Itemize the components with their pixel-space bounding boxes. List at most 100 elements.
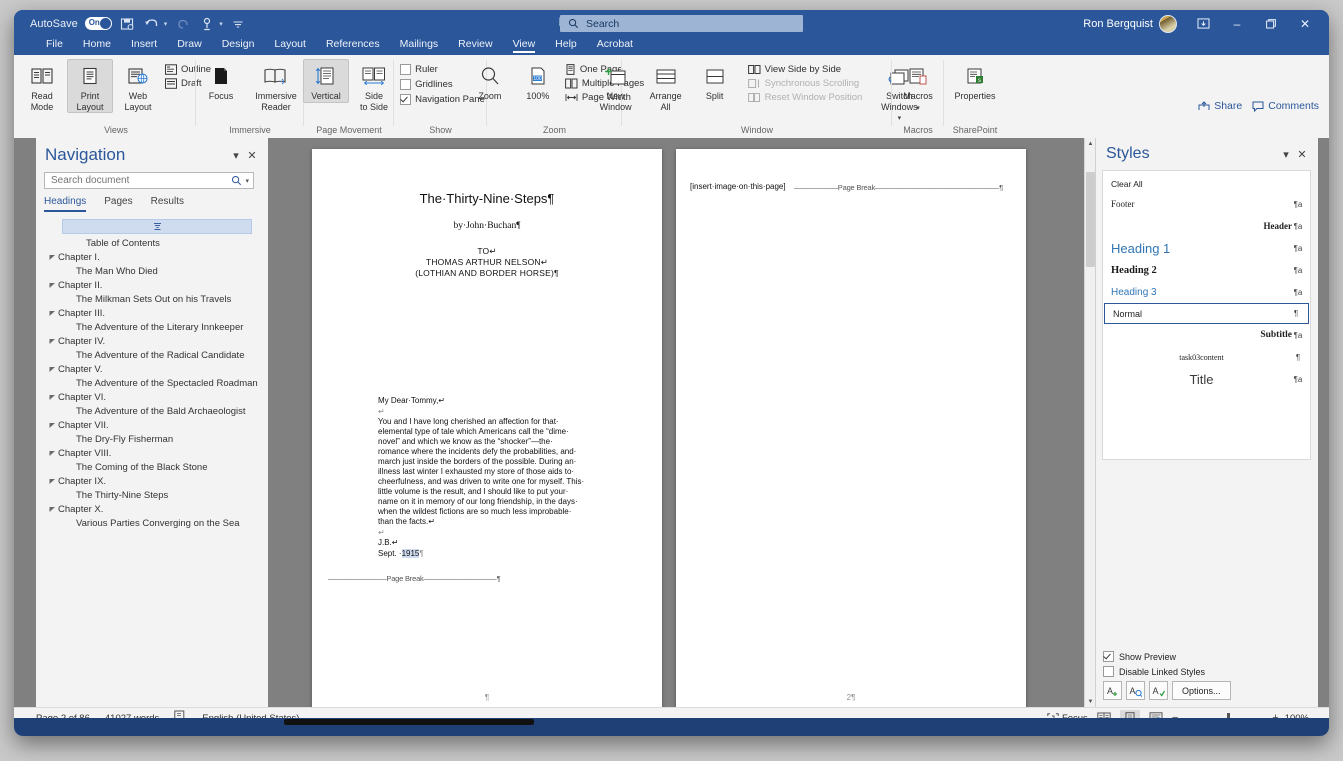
tab-view[interactable]: View (503, 37, 546, 53)
nav-item-chapter-3[interactable]: Chapter III. (40, 306, 264, 320)
focus-button[interactable]: Focus (198, 59, 244, 103)
save-icon[interactable] (119, 15, 136, 32)
side-to-side-button[interactable]: Side to Side (351, 59, 397, 113)
expand-triangle-icon[interactable] (46, 506, 58, 513)
tab-file[interactable]: File (36, 37, 73, 53)
document-page-2[interactable]: [insert·image·on·this·page] ——————Page B… (676, 149, 1026, 708)
nav-tab-pages[interactable]: Pages (104, 196, 132, 212)
minimize-button[interactable]: – (1221, 10, 1253, 37)
nav-item-chapter-6[interactable]: Chapter VI. (40, 390, 264, 404)
search-input[interactable] (49, 174, 232, 187)
expand-triangle-icon[interactable] (46, 310, 58, 317)
scrollbar-thumb[interactable] (1086, 172, 1095, 267)
tab-acrobat[interactable]: Acrobat (587, 37, 643, 53)
nav-item-thirty-nine-steps[interactable]: The Thirty-Nine Steps (40, 488, 264, 502)
new-window-button[interactable]: New Window (592, 59, 640, 113)
redo-icon[interactable] (174, 15, 191, 32)
read-mode-button[interactable]: Read Mode (19, 59, 65, 113)
search-options-caret-icon[interactable]: ▾ (245, 177, 249, 185)
zoom-100-button[interactable]: 100 100% (515, 59, 561, 103)
vertical-button[interactable]: Vertical (303, 59, 349, 103)
arrange-all-button[interactable]: Arrange All (642, 59, 690, 113)
nav-item-chapter-1[interactable]: Chapter I. (40, 250, 264, 264)
undo-dropdown-icon[interactable]: ▾ (164, 20, 168, 28)
nav-item-chapter-10[interactable]: Chapter X. (40, 502, 264, 516)
tab-help[interactable]: Help (545, 37, 587, 53)
styles-pane-close-icon[interactable]: ✕ (1294, 146, 1310, 162)
style-item-header[interactable]: Header ¶a (1103, 215, 1310, 237)
macros-button[interactable]: Macros ▾ (895, 59, 941, 113)
manage-styles-button[interactable]: A (1149, 681, 1168, 700)
expand-triangle-icon[interactable] (46, 450, 58, 457)
disable-linked-styles-checkbox[interactable]: Disable Linked Styles (1103, 666, 1311, 677)
tab-review[interactable]: Review (448, 37, 502, 53)
nav-item-milkman[interactable]: The Milkman Sets Out on his Travels (40, 292, 264, 306)
touch-mode-dropdown-icon[interactable]: ▾ (219, 20, 223, 28)
style-item-heading-3[interactable]: Heading 3 ¶a (1103, 281, 1310, 303)
print-layout-button[interactable]: Print Layout (66, 59, 113, 113)
navigation-pane-close-icon[interactable]: ✕ (244, 147, 260, 163)
nav-item-bald-archaeologist[interactable]: The Adventure of the Bald Archaeologist (40, 404, 264, 418)
customize-qat-icon[interactable] (230, 15, 247, 32)
style-item-footer[interactable]: Footer ¶a (1103, 193, 1310, 215)
nav-item-table-of-contents[interactable]: Table of Contents (40, 236, 264, 250)
nav-item-the-man-who-died[interactable]: The Man Who Died (40, 264, 264, 278)
nav-item-chapter-7[interactable]: Chapter VII. (40, 418, 264, 432)
expand-triangle-icon[interactable] (46, 254, 58, 261)
ribbon-display-options-icon[interactable] (1187, 10, 1219, 37)
macros-caret-icon[interactable]: ▾ (916, 104, 920, 112)
split-button[interactable]: Split (692, 59, 738, 103)
nav-tab-results[interactable]: Results (151, 196, 184, 212)
styles-pane-menu-icon[interactable]: ▾ (1278, 146, 1294, 162)
style-item-heading-2[interactable]: Heading 2 ¶a (1103, 259, 1310, 281)
avatar[interactable] (1159, 14, 1177, 33)
nav-selected-heading-bar[interactable] (62, 219, 252, 234)
tab-draw[interactable]: Draw (167, 37, 212, 53)
navigation-pane-menu-icon[interactable]: ▾ (228, 147, 244, 163)
nav-item-chapter-9[interactable]: Chapter IX. (40, 474, 264, 488)
style-item-subtitle[interactable]: Subtitle ¶a (1103, 324, 1310, 346)
nav-item-chapter-8[interactable]: Chapter VIII. (40, 446, 264, 460)
style-inspector-button[interactable]: A (1126, 681, 1145, 700)
tab-mailings[interactable]: Mailings (390, 37, 449, 53)
autosave-toggle[interactable]: On (84, 17, 112, 30)
nav-item-literary-innkeeper[interactable]: The Adventure of the Literary Innkeeper (40, 320, 264, 334)
view-side-by-side-button[interactable]: View Side by Side (746, 64, 865, 75)
tab-insert[interactable]: Insert (121, 37, 167, 53)
nav-item-black-stone[interactable]: The Coming of the Black Stone (40, 460, 264, 474)
undo-icon[interactable] (143, 15, 160, 32)
user-name[interactable]: Ron Bergquist (1083, 18, 1153, 30)
style-item-title[interactable]: Title ¶a (1103, 368, 1310, 390)
styles-options-button[interactable]: Options... (1172, 681, 1231, 700)
style-item-task03content[interactable]: task03content ¶ (1103, 346, 1310, 368)
close-button[interactable]: ✕ (1289, 10, 1321, 37)
expand-triangle-icon[interactable] (46, 422, 58, 429)
tab-design[interactable]: Design (212, 37, 265, 53)
styles-list[interactable]: Clear All Footer ¶a Header ¶a Heading 1 … (1102, 170, 1311, 460)
web-layout-button[interactable]: Web Layout (115, 59, 161, 113)
nav-item-chapter-2[interactable]: Chapter II. (40, 278, 264, 292)
new-style-button[interactable]: A (1103, 681, 1122, 700)
expand-triangle-icon[interactable] (46, 282, 58, 289)
nav-item-dry-fly-fisherman[interactable]: The Dry-Fly Fisherman (40, 432, 264, 446)
document-canvas[interactable]: The·Thirty-Nine·Steps¶ by·John·Buchan¶ T… (268, 138, 1064, 708)
search-box[interactable]: Search (560, 15, 803, 32)
maximize-restore-button[interactable] (1255, 10, 1287, 37)
style-item-heading-1[interactable]: Heading 1 ¶a (1103, 237, 1310, 259)
nav-item-various-parties[interactable]: Various Parties Converging on the Sea (40, 516, 264, 530)
style-item-normal[interactable]: Normal ¶ (1104, 303, 1309, 324)
expand-triangle-icon[interactable] (46, 478, 58, 485)
expand-triangle-icon[interactable] (46, 366, 58, 373)
navigation-search-box[interactable]: ▾ (44, 172, 254, 189)
tab-layout[interactable]: Layout (264, 37, 316, 53)
expand-triangle-icon[interactable] (46, 338, 58, 345)
expand-triangle-icon[interactable] (46, 394, 58, 401)
properties-button[interactable]: s Properties (947, 59, 1003, 103)
nav-item-chapter-5[interactable]: Chapter V. (40, 362, 264, 376)
nav-item-radical-candidate[interactable]: The Adventure of the Radical Candidate (40, 348, 264, 362)
nav-item-chapter-4[interactable]: Chapter IV. (40, 334, 264, 348)
document-page-1[interactable]: The·Thirty-Nine·Steps¶ by·John·Buchan¶ T… (312, 149, 662, 708)
immersive-reader-button[interactable]: Immersive Reader (246, 59, 306, 113)
nav-tab-headings[interactable]: Headings (44, 196, 87, 212)
style-clear-all[interactable]: Clear All (1103, 175, 1310, 193)
